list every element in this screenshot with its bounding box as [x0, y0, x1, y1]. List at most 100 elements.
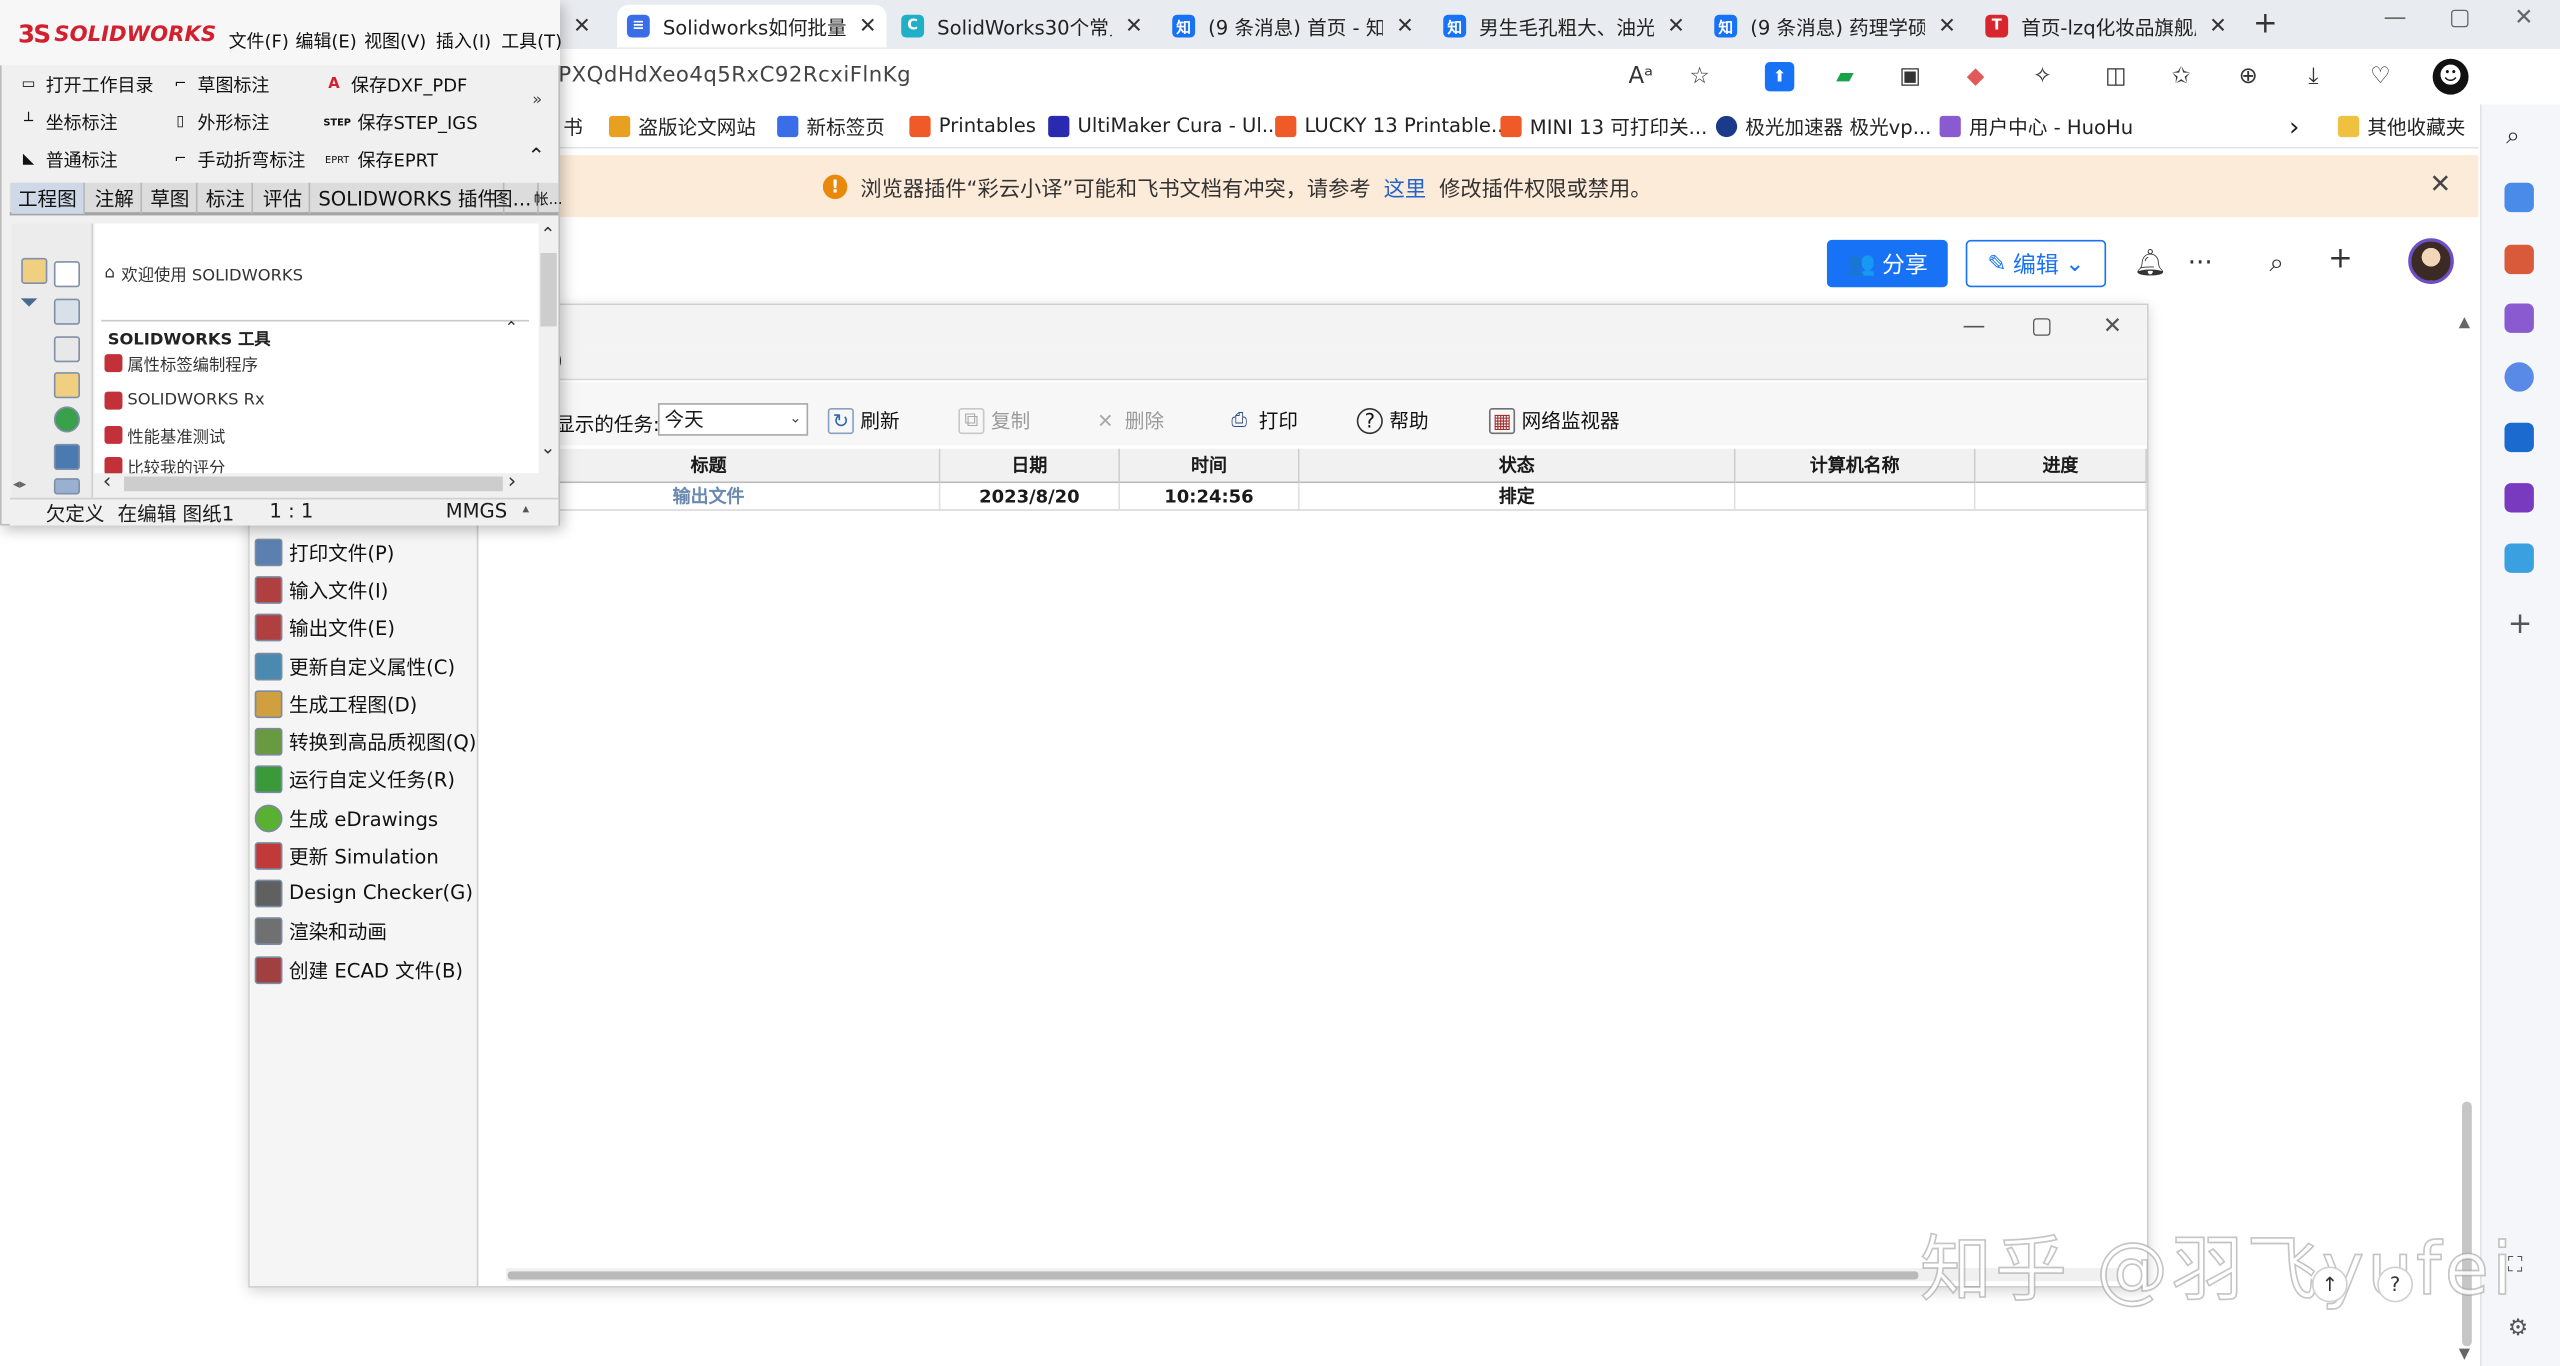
collections-icon[interactable]: ⊕ [2233, 62, 2262, 91]
tab-addins[interactable]: SOLIDWORKS 插件 [312, 182, 506, 214]
delete-button[interactable]: ✕ 删除 [1092, 406, 1164, 434]
task-pane-hscroll-thumb[interactable] [124, 476, 503, 492]
favorite-star-icon[interactable]: ☆ [1685, 62, 1714, 91]
task-item-import[interactable]: 输入文件(I) [254, 573, 388, 606]
solidworks-logo[interactable]: 3S SOLIDWORKS [18, 20, 216, 49]
split-screen-icon[interactable]: ◫ [2101, 62, 2130, 91]
back-to-top-icon[interactable]: ↑ [2311, 1266, 2348, 1303]
welcome-link[interactable]: ⌂ 欢迎使用 SOLIDWORKS [104, 261, 303, 285]
designer-icon[interactable] [2504, 483, 2534, 513]
home-icon[interactable] [53, 261, 80, 288]
bookmark-item[interactable]: LUCKY 13 Printable... [1275, 111, 1510, 140]
extensions-puzzle-icon[interactable]: ✧ [2028, 62, 2057, 91]
outline-dim-button[interactable]: ▯ 外形标注 [171, 108, 269, 137]
table-cell-progress[interactable] [1975, 483, 2147, 511]
tab-close-icon[interactable]: ✕ [2209, 14, 2227, 38]
scroll-up-icon[interactable]: ▲ [2459, 315, 2470, 331]
tab-drawing[interactable]: 工程图 [11, 182, 85, 214]
games-icon[interactable] [2504, 303, 2534, 333]
collapse-icon[interactable]: ⌃ [527, 145, 545, 169]
tab-evaluate[interactable]: 评估 [256, 182, 311, 214]
profile-avatar[interactable]: ☻ [2432, 58, 2469, 95]
extension-icon[interactable]: ▣ [1896, 62, 1925, 91]
panel-scroll-left-icon[interactable]: ◂▸ [13, 477, 26, 492]
task-item-design-checker[interactable]: Design Checker(G) [254, 876, 473, 909]
column-header[interactable]: 日期 [940, 448, 1120, 484]
favorites-icon[interactable]: ✩ [2167, 62, 2196, 91]
copy-button[interactable]: ⧉ 复制 [958, 406, 1030, 434]
ordinate-dim-button[interactable]: ┴ 坐标标注 [20, 108, 118, 137]
bookmark-item[interactable]: 用户中心 - HuoHu [1939, 111, 2133, 140]
units-menu-icon[interactable]: ▴ [522, 501, 529, 516]
extension-icon[interactable]: ⬆ [1764, 62, 1795, 92]
column-header[interactable]: 状态 [1299, 448, 1736, 484]
parts-library-icon[interactable] [53, 298, 80, 325]
filter-icon[interactable]: ⏷ [20, 290, 38, 316]
menu-view[interactable]: 视图(V) [364, 28, 426, 54]
help-icon[interactable]: ? [2377, 1266, 2414, 1303]
scroll-right-icon[interactable]: › [508, 470, 516, 494]
task-item-export[interactable]: 输出文件(E) [254, 610, 395, 643]
tab-solidworks-fragment[interactable]: ✕ [563, 5, 612, 47]
bookmark-item[interactable]: 书 [563, 111, 583, 140]
search-icon[interactable]: ⌕ [2506, 121, 2520, 150]
bookmark-item[interactable]: 极光加速器 极光vp... [1715, 111, 1931, 140]
add-sidebar-icon[interactable]: + [2508, 607, 2533, 641]
table-cell-date[interactable]: 2023/8/20 [940, 483, 1120, 511]
tab[interactable]: 知 (9 条消息) 药理学硕士 ✕ [1704, 5, 1965, 47]
sketch-dim-button[interactable]: ⌐ 草图标注 [171, 70, 269, 99]
expand-toolbar-icon[interactable]: » [532, 91, 542, 109]
tab-sketch[interactable]: 草图 [144, 182, 198, 214]
tab[interactable]: T 首页-lzq化妆品旗舰店 ✕ [1976, 5, 2237, 47]
menu-edit[interactable]: 编辑(E) [296, 28, 357, 54]
shopping-icon[interactable] [2504, 244, 2534, 275]
scroll-down-icon[interactable]: ▼ [2459, 1346, 2470, 1362]
maximize-icon[interactable]: ▢ [2031, 313, 2053, 339]
save-step-igs-button[interactable]: STEP 保存STEP_IGS [323, 108, 477, 137]
tab-close-icon[interactable]: ✕ [1938, 14, 1956, 38]
menu-tools[interactable]: 工具(T) [501, 28, 562, 54]
bookmarks-more-icon[interactable]: › [2289, 110, 2299, 141]
tab-dimension[interactable]: 标注 [199, 182, 254, 214]
save-eprt-button[interactable]: EPRT 保存EPRT [325, 145, 438, 174]
close-window-icon[interactable]: ✕ [2514, 5, 2533, 31]
url-text[interactable]: PXQdHdXeo4q5RxC92RcxiFlnKg [558, 64, 911, 88]
search-icon[interactable]: ⌕ [2269, 246, 2284, 279]
show-tasks-select[interactable]: 今天 ⌄ [657, 403, 809, 436]
column-header[interactable]: 进度 [1975, 448, 2147, 484]
status-units[interactable]: MMGS [446, 499, 507, 522]
sidebar-app-icon[interactable] [2504, 182, 2534, 213]
read-aloud-icon[interactable]: Aᵃ [1626, 62, 1655, 91]
scroll-left-icon[interactable]: ‹ [103, 470, 111, 494]
task-item-print[interactable]: 打印文件(P) [254, 535, 394, 568]
tab[interactable]: 知 (9 条消息) 首页 - 知乎 ✕ [1162, 5, 1423, 47]
task-item-custom-task[interactable]: 运行自定义任务(R) [254, 762, 455, 795]
open-work-dir-button[interactable]: ▭ 打开工作目录 [20, 70, 154, 99]
scroll-up-icon[interactable]: ⌃ [540, 224, 555, 245]
copilot-icon[interactable] [2504, 362, 2534, 392]
horizontal-scrollbar-thumb[interactable] [507, 1271, 1919, 1280]
tab-close-icon[interactable]: ✕ [1667, 14, 1685, 38]
minimize-icon[interactable]: — [1962, 313, 1985, 339]
network-monitor-button[interactable]: ▦ 网络监视器 [1488, 406, 1620, 434]
share-button[interactable]: 👥 分享 [1826, 239, 1948, 288]
more-icon[interactable]: ··· [2188, 246, 2213, 277]
column-header[interactable]: 时间 [1120, 448, 1300, 484]
task-item-high-quality[interactable]: 转换到高品质视图(Q) [254, 725, 476, 758]
file-explorer-icon[interactable] [53, 336, 80, 363]
help-button[interactable]: ? 帮助 [1356, 406, 1429, 434]
edit-button[interactable]: ✎ 编辑 ⌄ [1965, 239, 2107, 288]
performance-icon[interactable]: ♡ [2366, 62, 2395, 91]
task-item-edrawings[interactable]: 生成 eDrawings [254, 801, 438, 834]
feature-tree-icon[interactable] [21, 257, 48, 284]
tool-item[interactable]: SOLIDWORKS Rx [104, 387, 265, 413]
extension-icon[interactable]: ▰ [1830, 62, 1859, 91]
menu-file[interactable]: 文件(F) [229, 28, 289, 54]
task-item-ecad[interactable]: 创建 ECAD 文件(B) [254, 953, 463, 986]
plus-icon[interactable]: + [2328, 242, 2353, 276]
task-pane-scroll-thumb[interactable] [540, 252, 557, 327]
view-palette-icon[interactable] [53, 372, 80, 399]
bookmark-item[interactable]: UltiMaker Cura - Ul... [1048, 111, 1281, 140]
new-tab-button[interactable]: + [2253, 7, 2278, 41]
tab-close-icon[interactable]: ✕ [573, 14, 591, 38]
